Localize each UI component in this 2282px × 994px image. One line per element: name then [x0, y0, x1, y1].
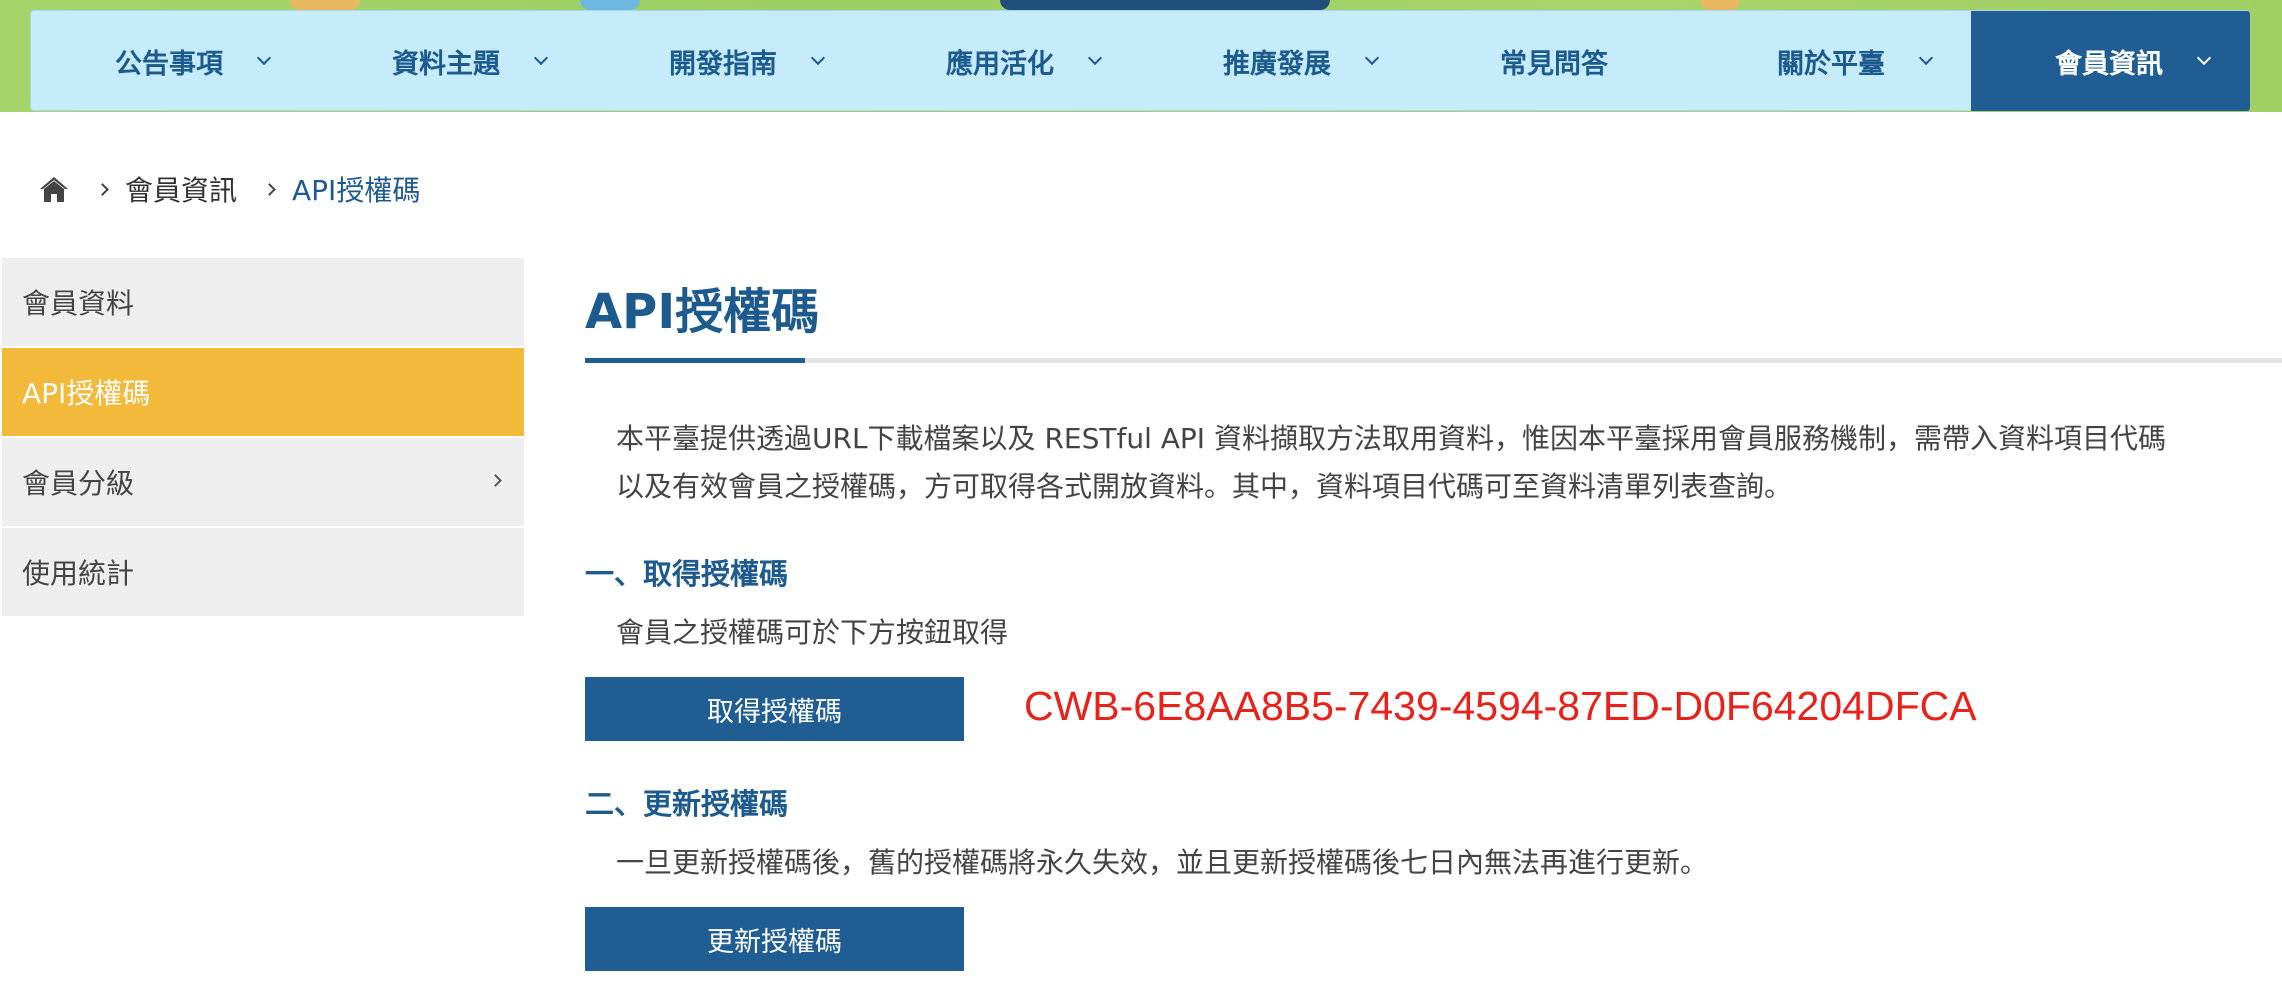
nav-item-about[interactable]: 關於平臺 — [1777, 11, 1934, 111]
chevron-down-icon — [1364, 50, 1380, 66]
chevron-down-icon — [2196, 50, 2212, 66]
nav-item-data-topics[interactable]: 資料主題 — [392, 11, 549, 111]
sidebar-item-label: 會員資料 — [22, 287, 135, 320]
nav-item-label: 開發指南 — [669, 48, 777, 80]
get-api-key-button[interactable]: 取得授權碼 — [585, 677, 964, 741]
intro-line: 以及有效會員之授權碼，方可取得各式開放資料。其中，資料項目代碼可至資料清單列表查… — [616, 470, 1793, 503]
nav-item-announcements[interactable]: 公告事項 — [115, 11, 272, 111]
chevron-down-icon — [256, 50, 272, 66]
sidebar-item-label: 使用統計 — [22, 557, 135, 590]
section-heading-get-key: 一、取得授權碼 — [585, 557, 789, 591]
nav-item-label: 關於平臺 — [1777, 48, 1885, 80]
main-content: API授權碼 本平臺提供透過URL下載檔案以及 RESTful API 資料擷取… — [585, 270, 2282, 971]
nav-item-member-info[interactable]: 會員資訊 — [1971, 11, 2250, 111]
sidebar-item-label: 會員分級 — [22, 467, 135, 500]
title-divider — [585, 358, 2282, 363]
page-title: API授權碼 — [585, 284, 820, 340]
home-icon[interactable] — [38, 174, 70, 204]
breadcrumb-separator-icon — [263, 182, 276, 196]
breadcrumb-separator-icon — [96, 182, 109, 196]
chevron-right-icon — [489, 474, 502, 487]
top-banner: 公告事項 資料主題 開發指南 應用活化 推廣發展 常見問答 關於平臺 會員資訊 — [0, 0, 2282, 112]
nav-item-label: 公告事項 — [115, 48, 223, 80]
banner-decoration — [1700, 0, 1740, 10]
nav-item-label: 會員資訊 — [2055, 48, 2163, 80]
nav-item-promotion[interactable]: 推廣發展 — [1223, 11, 1380, 111]
banner-decoration — [580, 0, 640, 10]
section-text-renew-key: 一旦更新授權碼後，舊的授權碼將永久失效，並且更新授權碼後七日內無法再進行更新。 — [616, 846, 1709, 879]
breadcrumb: 會員資訊 API授權碼 — [38, 168, 420, 210]
nav-item-label: 推廣發展 — [1223, 48, 1331, 80]
section-text-get-key: 會員之授權碼可於下方按鈕取得 — [616, 616, 1009, 649]
nav-item-applications[interactable]: 應用活化 — [946, 11, 1103, 111]
renew-api-key-button[interactable]: 更新授權碼 — [585, 907, 964, 971]
sidebar-item-label: API授權碼 — [22, 377, 151, 410]
nav-item-label: 常見問答 — [1500, 48, 1608, 80]
chevron-down-icon — [1918, 50, 1934, 66]
sidebar-item-member-level[interactable]: 會員分級 — [2, 438, 524, 526]
sidebar-item-usage-stats[interactable]: 使用統計 — [2, 528, 524, 616]
renew-key-row: 更新授權碼 — [585, 907, 2282, 971]
chevron-down-icon — [1087, 50, 1103, 66]
sidebar: 會員資料 API授權碼 會員分級 使用統計 — [2, 258, 524, 618]
nav-item-label: 資料主題 — [392, 48, 500, 80]
intro-line: 本平臺提供透過URL下載檔案以及 RESTful API 資料擷取方法取用資料，… — [616, 422, 2166, 455]
main-nav: 公告事項 資料主題 開發指南 應用活化 推廣發展 常見問答 關於平臺 會員資訊 — [30, 10, 2250, 111]
banner-decoration — [290, 0, 360, 10]
chevron-down-icon — [810, 50, 826, 66]
sidebar-item-api-key[interactable]: API授權碼 — [2, 348, 524, 436]
nav-item-label: 應用活化 — [946, 48, 1054, 80]
banner-decoration — [1000, 0, 1330, 10]
intro-paragraph: 本平臺提供透過URL下載檔案以及 RESTful API 資料擷取方法取用資料，… — [585, 415, 2282, 511]
sidebar-item-member-profile[interactable]: 會員資料 — [2, 258, 524, 346]
chevron-down-icon — [533, 50, 549, 66]
nav-item-faq[interactable]: 常見問答 — [1500, 11, 1608, 111]
api-key-value: CWB-6E8AA8B5-7439-4594-87ED-D0F64204DFCA — [1024, 682, 1977, 729]
breadcrumb-item-current: API授權碼 — [292, 174, 421, 207]
breadcrumb-item-member-info[interactable]: 會員資訊 — [125, 169, 237, 209]
nav-item-dev-guide[interactable]: 開發指南 — [669, 11, 826, 111]
section-heading-renew-key: 二、更新授權碼 — [585, 787, 789, 821]
get-key-row: 取得授權碼 CWB-6E8AA8B5-7439-4594-87ED-D0F642… — [585, 677, 2282, 741]
